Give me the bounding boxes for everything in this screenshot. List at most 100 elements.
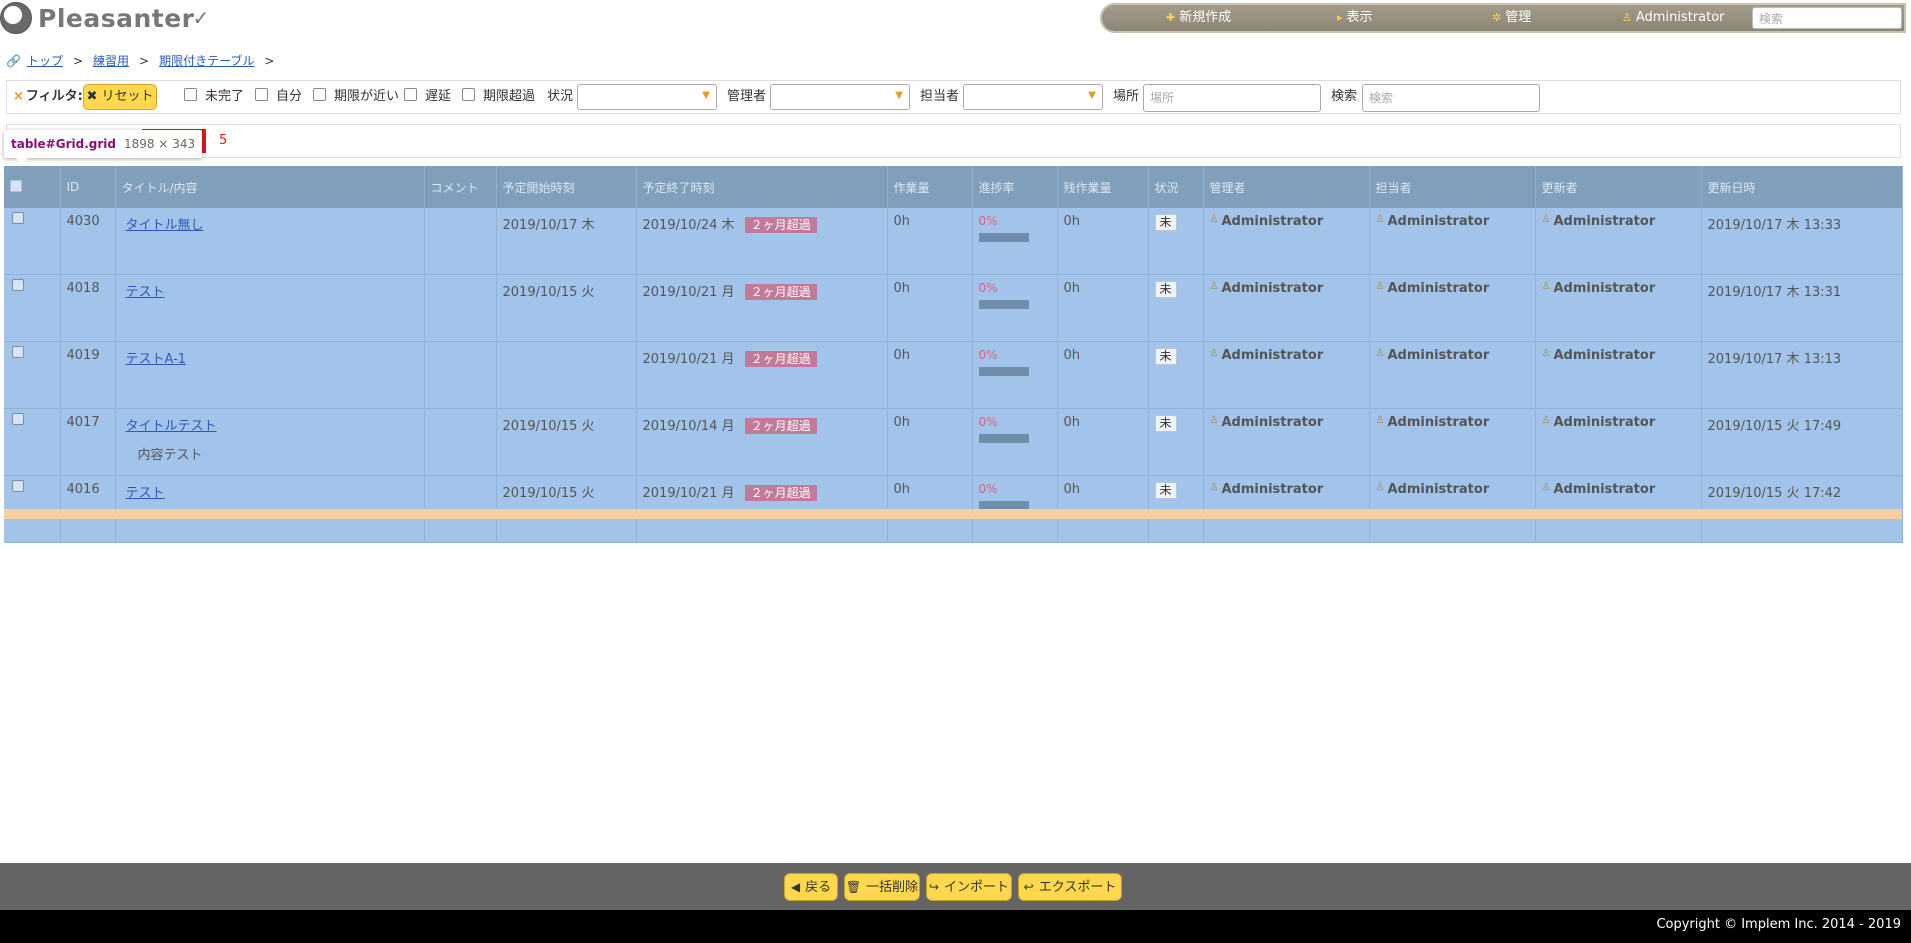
select-all-checkbox[interactable]: [10, 179, 22, 192]
breadcrumb-item-table[interactable]: 期限付きテーブル: [159, 54, 254, 68]
logo[interactable]: Pleasanter ✓: [0, 2, 209, 34]
id-cell: 4019: [60, 341, 116, 409]
breadcrumb-separator: >: [264, 54, 275, 68]
updated-time-cell: 2019/10/17 木 13:13: [1701, 341, 1903, 409]
status-badge: 未: [1154, 482, 1177, 499]
checkbox-label: 期限が近い: [334, 89, 400, 104]
column-header-comment[interactable]: コメント: [424, 166, 497, 208]
owner-cell: ♙ Administrator: [1369, 341, 1536, 409]
devtools-element-tooltip: table#Grid.grid 1898 × 343: [4, 130, 203, 164]
remaining-work-cell: 0h: [1057, 208, 1149, 275]
row-title-link[interactable]: タイトルテスト: [126, 419, 217, 434]
filter-overdue-checkbox[interactable]: 期限超過: [462, 81, 535, 113]
column-header-manager[interactable]: 管理者: [1203, 166, 1370, 208]
nav-user-label: Administrator: [1635, 10, 1725, 25]
updated-time-cell: 2019/10/17 木 13:31: [1701, 274, 1903, 342]
row-checkbox[interactable]: [12, 346, 24, 358]
nav-manage-button[interactable]: ✲ 管理: [1492, 3, 1531, 33]
status-cell: 未: [1148, 341, 1204, 409]
row-checkbox[interactable]: [12, 279, 24, 291]
table-row[interactable]: 4017 タイトルテスト 内容テスト 2019/10/15 火 2019/10/14 月…: [4, 408, 1903, 476]
row-checkbox[interactable]: [12, 212, 24, 224]
manager-cell: ♙ Administrator: [1203, 341, 1370, 409]
column-header-remaining-work[interactable]: 残作業量: [1057, 166, 1149, 208]
import-button[interactable]: ↪ インポート: [926, 873, 1012, 901]
export-label: エクスポート: [1038, 880, 1117, 895]
checkbox[interactable]: [404, 88, 417, 101]
filter-self-checkbox[interactable]: 自分: [255, 81, 302, 113]
top-nav: ✚ 新規作成 ▸ 表示 ✲ 管理 ♙ Administrator 検索: [1100, 3, 1906, 33]
select-all-header[interactable]: [4, 166, 61, 208]
row-select-cell[interactable]: [4, 408, 61, 476]
gear-icon: ✲: [1492, 11, 1502, 24]
location-filter-input[interactable]: 場所: [1143, 84, 1321, 112]
breadcrumb-item-practice[interactable]: 練習用: [93, 54, 129, 68]
table-row[interactable]: 4018 テスト 2019/10/15 火 2019/10/21 月 ２ヶ月超過 0h 0%…: [4, 274, 1903, 342]
progress-rate-cell: 0%: [972, 274, 1058, 342]
filter-incomplete-checkbox[interactable]: 未完了: [184, 81, 244, 113]
title-cell: テスト: [115, 274, 425, 342]
column-header-updater[interactable]: 更新者: [1535, 166, 1702, 208]
row-select-cell[interactable]: [4, 274, 61, 342]
id-cell: 4018: [60, 274, 116, 342]
owner-name: Administrator: [1387, 482, 1490, 497]
checkbox[interactable]: [184, 88, 197, 101]
completion-time-value: 2019/10/24 木: [642, 218, 735, 233]
filter-near-due-checkbox[interactable]: 期限が近い: [313, 81, 399, 113]
checkbox-label: 期限超過: [483, 89, 536, 104]
grid-body: 4030 タイトル無し 2019/10/17 木 2019/10/24 木 ２ヶ月超過 0…: [4, 208, 1903, 543]
filter-delay-checkbox[interactable]: 遅延: [404, 81, 451, 113]
status-filter-select[interactable]: ▼: [577, 84, 717, 110]
table-row[interactable]: 4019 テストA-1 2019/10/21 月 ２ヶ月超過 0h 0% 0h 未 ♙ Admin…: [4, 341, 1903, 409]
completion-time-value: 2019/10/21 月: [642, 285, 735, 300]
column-header-progress-rate[interactable]: 進捗率: [972, 166, 1058, 208]
owner-name: Administrator: [1387, 415, 1490, 430]
column-header-status[interactable]: 状況: [1148, 166, 1204, 208]
checkbox[interactable]: [313, 88, 326, 101]
completion-time-cell: 2019/10/21 月 ２ヶ月超過: [636, 274, 888, 342]
row-select-cell[interactable]: [4, 341, 61, 409]
nav-view-button[interactable]: ▸ 表示: [1337, 3, 1373, 33]
row-checkbox[interactable]: [12, 480, 24, 492]
manager-filter-select[interactable]: ▼: [770, 84, 910, 110]
owner-filter-select[interactable]: ▼: [963, 84, 1103, 110]
column-header-work-value[interactable]: 作業量: [887, 166, 973, 208]
comment-cell: [424, 408, 497, 476]
completion-time-cell: 2019/10/21 月 ２ヶ月超過: [636, 341, 888, 409]
table-row[interactable]: 4030 タイトル無し 2019/10/17 木 2019/10/24 木 ２ヶ月超過 0…: [4, 208, 1903, 275]
column-header-owner[interactable]: 担当者: [1369, 166, 1536, 208]
export-button[interactable]: ↩ エクスポート: [1018, 873, 1122, 901]
progress-rate-value: 0%: [978, 281, 998, 295]
breadcrumb-item-top[interactable]: トップ: [27, 54, 63, 68]
nav-user-button[interactable]: ♙ Administrator: [1622, 3, 1725, 33]
column-header-start-time[interactable]: 予定開始時刻: [496, 166, 637, 208]
row-checkbox[interactable]: [12, 413, 24, 425]
row-title-link[interactable]: タイトル無し: [126, 218, 204, 233]
footer-command-bar: ◀ 戻る 🗑 一括削除 ↪ インポート ↩ エクスポート: [0, 863, 1911, 910]
status-badge: 未: [1154, 348, 1177, 365]
title-cell: テストA-1: [115, 341, 425, 409]
column-header-updated-time[interactable]: 更新日時: [1701, 166, 1903, 208]
row-select-cell[interactable]: [4, 208, 61, 275]
row-title-link[interactable]: テスト: [126, 486, 165, 501]
checkbox[interactable]: [255, 88, 268, 101]
nav-new-button[interactable]: ✚ 新規作成: [1166, 3, 1231, 33]
column-header-completion-time[interactable]: 予定終了時刻: [636, 166, 888, 208]
filter-reset-button[interactable]: ✖ リセット: [83, 84, 157, 110]
column-header-id[interactable]: ID: [60, 166, 116, 208]
checkbox[interactable]: [462, 88, 475, 101]
row-title-link[interactable]: テストA-1: [126, 352, 187, 367]
person-icon: ♙: [1541, 482, 1551, 493]
header: Pleasanter ✓ ✚ 新規作成 ▸ 表示 ✲ 管理 ♙ Administrato…: [0, 0, 1911, 40]
updater-cell: ♙ Administrator: [1535, 408, 1702, 476]
search-filter-input[interactable]: 検索: [1362, 84, 1540, 112]
filter-label-text: フィルタ:: [25, 89, 83, 104]
column-header-title[interactable]: タイトル/内容: [115, 166, 425, 208]
back-button[interactable]: ◀ 戻る: [784, 873, 838, 901]
person-icon: ♙: [1209, 281, 1219, 292]
completion-time-value: 2019/10/21 月: [642, 486, 735, 501]
row-title-link[interactable]: テスト: [126, 285, 165, 300]
header-search-input[interactable]: 検索: [1752, 7, 1902, 29]
completion-time-value: 2019/10/14 月: [642, 419, 735, 434]
bulk-delete-button[interactable]: 🗑 一括削除: [844, 873, 920, 901]
